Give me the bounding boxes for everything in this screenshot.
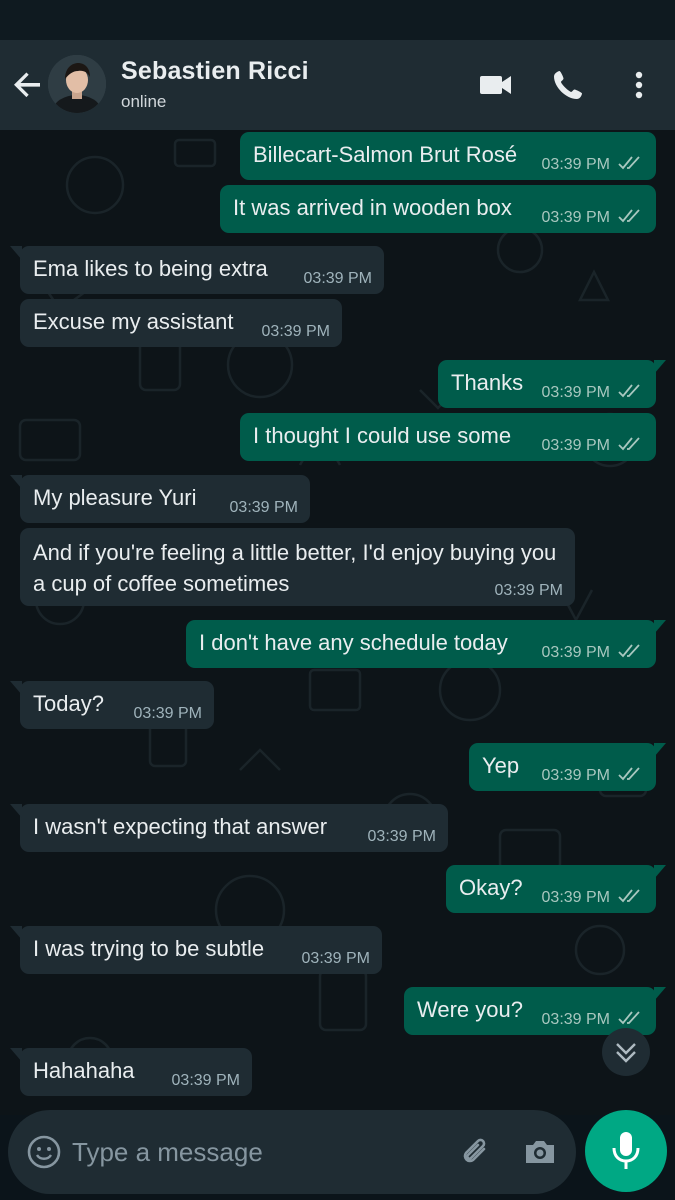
message-text: I thought I could use some xyxy=(253,423,512,448)
double-chevron-down-icon xyxy=(616,1043,636,1063)
double-check-icon xyxy=(618,767,640,781)
double-check-icon xyxy=(618,889,640,903)
message-time: 03:39 PM xyxy=(303,270,372,287)
mic-icon xyxy=(612,1132,640,1169)
message-bubble-incoming[interactable]: I was trying to be subtle 03:39 PM xyxy=(10,926,382,974)
message-bubble-outgoing[interactable]: It was arrived in wooden box 03:39 PM xyxy=(220,185,656,233)
message-bubble-outgoing[interactable]: Okay? 03:39 PM xyxy=(446,865,666,913)
message-time: 03:39 PM xyxy=(541,889,610,906)
message-time: 03:39 PM xyxy=(261,323,330,340)
message-text: Yep xyxy=(482,753,520,778)
double-check-icon xyxy=(618,437,640,451)
message-text: It was arrived in wooden box xyxy=(233,195,512,220)
double-check-icon xyxy=(618,644,640,658)
avatar[interactable] xyxy=(48,55,106,113)
video-call-icon[interactable] xyxy=(476,66,514,104)
message-time: 03:39 PM xyxy=(541,1011,610,1028)
double-check-icon xyxy=(618,1011,640,1025)
message-bubble-outgoing[interactable]: I thought I could use some 03:39 PM xyxy=(240,413,656,461)
more-vert-icon[interactable] xyxy=(620,66,658,104)
voice-message-button[interactable] xyxy=(585,1110,667,1192)
message-text: And if you're feeling a little better, I… xyxy=(33,540,557,596)
back-arrow-icon[interactable] xyxy=(10,66,46,102)
message-text: I don't have any schedule today xyxy=(199,630,508,655)
status-bar xyxy=(0,0,675,40)
chat-header: Sebastien Ricci online xyxy=(0,40,675,130)
message-text: Today? xyxy=(33,691,104,716)
message-text: I was trying to be subtle xyxy=(33,936,265,961)
message-input-placeholder[interactable]: Type a message xyxy=(72,1137,263,1168)
phone-icon[interactable] xyxy=(549,66,587,104)
message-bubble-outgoing[interactable]: Billecart-Salmon Brut Rosé 03:39 PM xyxy=(240,132,656,180)
message-bubble-incoming[interactable]: I wasn't expecting that answer 03:39 PM xyxy=(10,804,448,852)
camera-icon[interactable] xyxy=(522,1134,558,1170)
message-time: 03:39 PM xyxy=(541,156,610,173)
message-text: Excuse my assistant xyxy=(33,309,234,334)
message-text: Ema likes to being extra xyxy=(33,256,268,281)
message-bubble-incoming[interactable]: Excuse my assistant 03:39 PM xyxy=(20,299,342,347)
message-time: 03:39 PM xyxy=(133,705,202,722)
message-time: 03:39 PM xyxy=(367,828,436,845)
scroll-to-bottom-button[interactable] xyxy=(602,1028,650,1076)
double-check-icon xyxy=(618,384,640,398)
message-time: 03:39 PM xyxy=(494,582,563,599)
emoji-icon[interactable] xyxy=(26,1134,62,1170)
message-time: 03:39 PM xyxy=(171,1072,240,1089)
message-bubble-incoming[interactable]: Ema likes to being extra 03:39 PM xyxy=(10,246,384,294)
message-text: Billecart-Salmon Brut Rosé xyxy=(253,142,518,167)
message-bubble-outgoing[interactable]: Thanks 03:39 PM xyxy=(438,360,666,408)
message-time: 03:39 PM xyxy=(541,767,610,784)
message-time: 03:39 PM xyxy=(301,950,370,967)
message-time: 03:39 PM xyxy=(541,384,610,401)
contact-name[interactable]: Sebastien Ricci xyxy=(121,57,309,86)
message-text: My pleasure Yuri xyxy=(33,485,197,510)
message-text: Okay? xyxy=(459,875,523,900)
message-bubble-incoming[interactable]: Hahahaha 03:39 PM xyxy=(10,1048,252,1096)
message-text: Thanks xyxy=(451,370,524,395)
message-bubble-incoming[interactable]: Today? 03:39 PM xyxy=(10,681,214,729)
message-text: I wasn't expecting that answer xyxy=(33,814,328,839)
message-composer[interactable]: Type a message xyxy=(8,1110,576,1194)
message-text: Hahahaha xyxy=(33,1058,135,1083)
message-bubble-outgoing[interactable]: I don't have any schedule today 03:39 PM xyxy=(186,620,666,668)
message-bubble-outgoing[interactable]: Yep 03:39 PM xyxy=(469,743,666,791)
message-time: 03:39 PM xyxy=(541,209,610,226)
double-check-icon xyxy=(618,156,640,170)
contact-status: online xyxy=(121,92,167,111)
message-time: 03:39 PM xyxy=(541,437,610,454)
attach-icon[interactable] xyxy=(458,1134,494,1170)
message-list[interactable]: Billecart-Salmon Brut Rosé 03:39 PM It w… xyxy=(0,130,675,1115)
message-time: 03:39 PM xyxy=(229,499,298,516)
message-time: 03:39 PM xyxy=(541,644,610,661)
double-check-icon xyxy=(618,209,640,223)
message-text: Were you? xyxy=(417,997,523,1022)
message-bubble-incoming[interactable]: And if you're feeling a little better, I… xyxy=(20,528,575,606)
message-bubble-incoming[interactable]: My pleasure Yuri 03:39 PM xyxy=(10,475,310,523)
